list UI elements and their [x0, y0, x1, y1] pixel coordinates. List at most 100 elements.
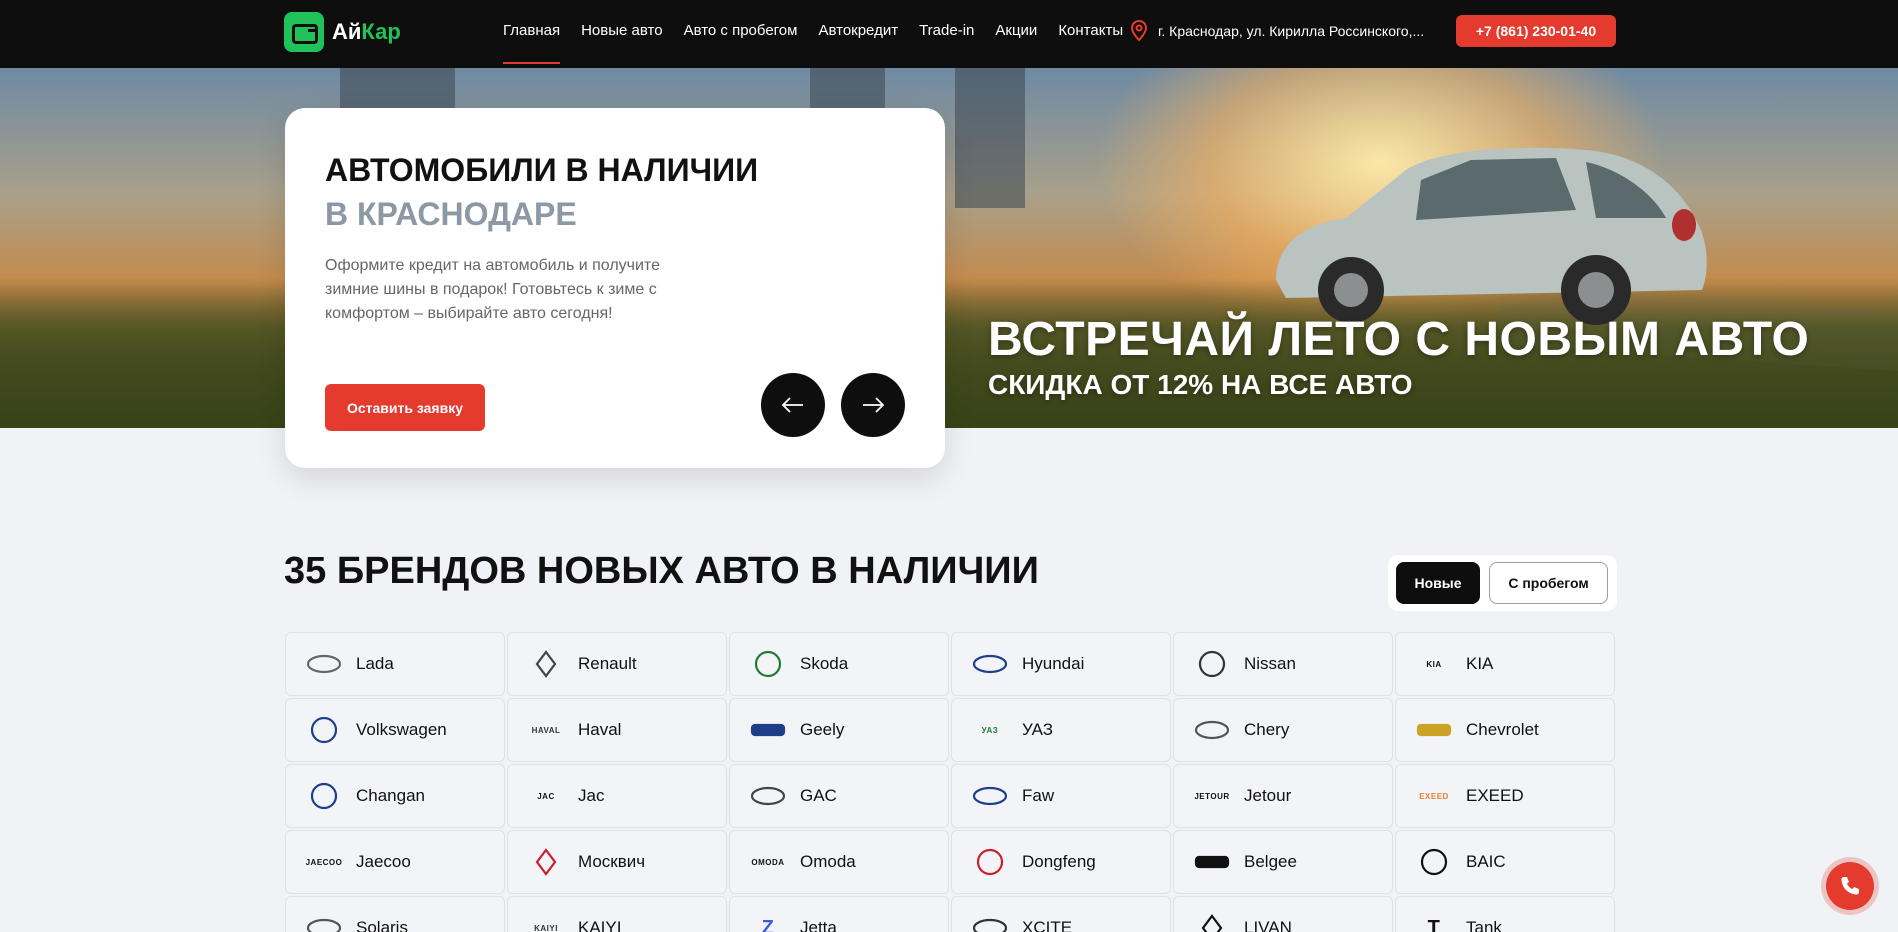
- brand-card[interactable]: Renault: [507, 632, 727, 696]
- phone-button[interactable]: +7 (861) 230-01-40: [1456, 15, 1616, 47]
- brand-card[interactable]: Geely: [729, 698, 949, 762]
- brand-card[interactable]: Z Jetta: [729, 896, 949, 932]
- brand-logo-icon: [748, 716, 788, 744]
- brand-name: Geely: [800, 720, 845, 739]
- brand-card[interactable]: Hyundai: [951, 632, 1171, 696]
- brand-name: Volkswagen: [356, 720, 447, 739]
- brand-card[interactable]: JAC Jac: [507, 764, 727, 828]
- brand-card[interactable]: Belgee: [1173, 830, 1393, 894]
- brand-card[interactable]: JAECOO Jaecoo: [285, 830, 505, 894]
- brand-card[interactable]: KAIYI KAIYI: [507, 896, 727, 932]
- brand-logo-icon: OMODA: [751, 857, 785, 867]
- brand-logo-icon: JAECOO: [305, 857, 343, 867]
- brand-card[interactable]: EXEED EXEED: [1395, 764, 1615, 828]
- address-text: г. Краснодар, ул. Кирилла Россинского,..…: [1158, 23, 1425, 39]
- brand-name: Skoda: [800, 654, 849, 673]
- call-button[interactable]: [1826, 862, 1874, 910]
- toggle-used-button[interactable]: С пробегом: [1489, 562, 1608, 604]
- brand-logo-icon: [1192, 650, 1232, 678]
- brand-logo-icon: Z: [761, 916, 775, 932]
- brand-name: Dongfeng: [1022, 852, 1096, 871]
- site-header: АйКар Главная Новые авто Авто с пробегом…: [0, 0, 1898, 68]
- brand-card[interactable]: Solaris: [285, 896, 505, 932]
- brand-card[interactable]: T Tank: [1395, 896, 1615, 932]
- brand-card[interactable]: Changan: [285, 764, 505, 828]
- logo-text: АйКар: [332, 19, 401, 44]
- brand-card[interactable]: BAIC: [1395, 830, 1615, 894]
- brand-logo-icon: [970, 848, 1010, 876]
- brand-logo-icon: KIA: [1426, 659, 1442, 669]
- brand-logo-icon: [1192, 848, 1232, 876]
- brand-logo-icon: [304, 716, 344, 744]
- brand-name: Jac: [578, 786, 605, 805]
- brand-card[interactable]: OMODA Omoda: [729, 830, 949, 894]
- slider-next-button[interactable]: [841, 373, 905, 437]
- brand-card[interactable]: LIVAN: [1173, 896, 1393, 932]
- hero-title: АВТОМОБИЛИ В НАЛИЧИИ: [325, 152, 759, 188]
- brand-card[interactable]: Москвич: [507, 830, 727, 894]
- phone-icon: [1841, 877, 1859, 895]
- brand-logo-icon: JETOUR: [1194, 791, 1230, 801]
- brand-name: XCITE: [1022, 918, 1073, 932]
- brand-name: Chevrolet: [1466, 720, 1539, 739]
- slider-prev-button[interactable]: [761, 373, 825, 437]
- brand-card[interactable]: GAC: [729, 764, 949, 828]
- brand-name: Tank: [1466, 918, 1502, 932]
- brand-name: Jetour: [1244, 786, 1292, 805]
- brand-name: Nissan: [1244, 654, 1296, 673]
- toggle-new-button[interactable]: Новые: [1396, 562, 1480, 604]
- brand-logo-icon: [1192, 716, 1232, 744]
- nav-item-car-loan[interactable]: Автокредит: [818, 0, 898, 68]
- brand-card[interactable]: Nissan: [1173, 632, 1393, 696]
- brand-logo-icon: HAVAL: [531, 725, 561, 735]
- brand-card[interactable]: XCITE: [951, 896, 1171, 932]
- brand-card[interactable]: Volkswagen: [285, 698, 505, 762]
- hero-description: Оформите кредит на автомобиль и получите…: [325, 257, 660, 322]
- brands-title: 35 БРЕНДОВ НОВЫХ АВТО В НАЛИЧИИ: [284, 550, 1039, 592]
- brand-name: KIA: [1466, 654, 1494, 673]
- apply-button[interactable]: Оставить заявку: [325, 384, 485, 431]
- brand-card[interactable]: HAVAL Haval: [507, 698, 727, 762]
- brand-logo-icon: JAC: [537, 791, 555, 801]
- brand-name: Chery: [1244, 720, 1290, 739]
- brand-name: Renault: [578, 654, 637, 673]
- brand-card[interactable]: KIA KIA: [1395, 632, 1615, 696]
- nav-item-home[interactable]: Главная: [503, 0, 561, 68]
- site-logo[interactable]: АйКар: [284, 12, 401, 52]
- brand-logo-icon: [526, 848, 566, 876]
- brand-logo-icon: [1414, 848, 1454, 876]
- brand-name: Faw: [1022, 786, 1055, 805]
- brand-logo-icon: УАЗ: [981, 725, 999, 735]
- promo-title: ВСТРЕЧАЙ ЛЕТО С НОВЫМ АВТО: [988, 313, 1810, 366]
- nav-item-trade-in[interactable]: Trade-in: [919, 0, 974, 68]
- brand-logo-icon: [526, 650, 566, 678]
- brand-card[interactable]: УАЗ УАЗ: [951, 698, 1171, 762]
- header-address[interactable]: г. Краснодар, ул. Кирилла Россинского,..…: [1130, 20, 1424, 42]
- brand-logo-icon: [970, 782, 1010, 810]
- hero-card: АВТОМОБИЛИ В НАЛИЧИИ В КРАСНОДАРЕ Оформи…: [285, 108, 945, 468]
- brand-card[interactable]: Faw: [951, 764, 1171, 828]
- brand-logo-icon: KAIYI: [534, 923, 558, 932]
- brand-name: Solaris: [356, 918, 408, 932]
- brand-logo-icon: [748, 650, 788, 678]
- nav-item-contacts[interactable]: Контакты: [1058, 0, 1123, 68]
- brand-card[interactable]: Lada: [285, 632, 505, 696]
- brand-name: Changan: [356, 786, 426, 805]
- promo-subtitle: СКИДКА ОТ 12% НА ВСЕ АВТО: [988, 369, 1413, 400]
- nav-item-new-cars[interactable]: Новые авто: [581, 0, 662, 68]
- brand-name: УАЗ: [1022, 720, 1054, 739]
- nav-item-promotions[interactable]: Акции: [995, 0, 1037, 68]
- brand-name: BAIC: [1466, 852, 1506, 871]
- brand-card[interactable]: JETOUR Jetour: [1173, 764, 1393, 828]
- brand-card[interactable]: Chevrolet: [1395, 698, 1615, 762]
- nav-item-used-cars[interactable]: Авто с пробегом: [684, 0, 798, 68]
- brand-card[interactable]: Chery: [1173, 698, 1393, 762]
- brand-card[interactable]: Skoda: [729, 632, 949, 696]
- brand-logo-icon: [1192, 914, 1232, 932]
- brand-logo-icon: [1414, 716, 1454, 744]
- brand-name: EXEED: [1466, 786, 1524, 805]
- brand-card[interactable]: Dongfeng: [951, 830, 1171, 894]
- brand-name: Jaecoo: [356, 852, 411, 871]
- brand-logo-icon: [304, 782, 344, 810]
- brand-logo-icon: [748, 782, 788, 810]
